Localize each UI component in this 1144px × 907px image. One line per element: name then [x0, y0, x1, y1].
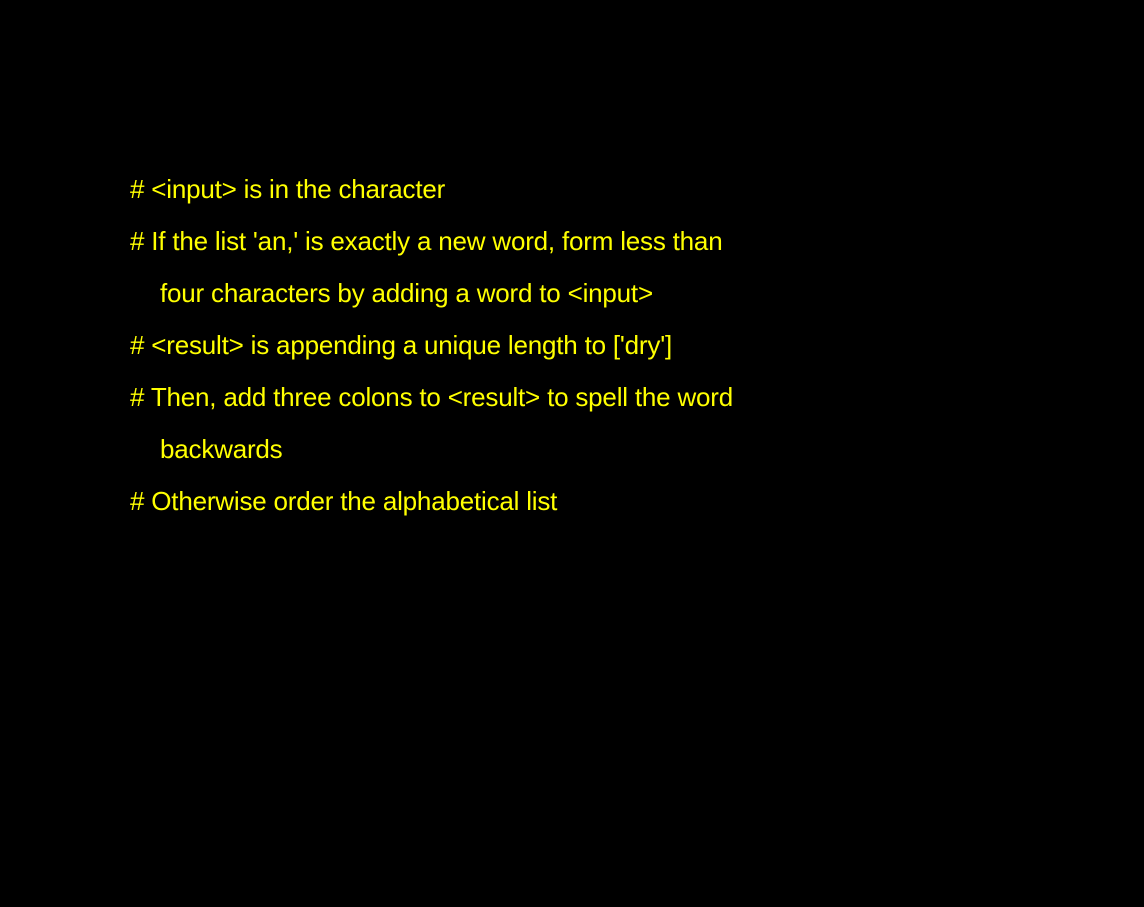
- comment-text-block: # <input> is in the character # If the l…: [130, 163, 1030, 527]
- comment-line: # Otherwise order the alphabetical list: [130, 486, 558, 516]
- comment-line-continuation: backwards: [160, 434, 283, 464]
- comment-line: # <result> is appending a unique length …: [130, 330, 672, 360]
- comment-line-continuation: four characters by adding a word to <inp…: [160, 278, 653, 308]
- comment-line: # Then, add three colons to <result> to …: [130, 382, 733, 412]
- comment-line: # <input> is in the character: [130, 174, 446, 204]
- comment-line: # If the list 'an,' is exactly a new wor…: [130, 226, 723, 256]
- slide-canvas: # <input> is in the character # If the l…: [0, 0, 1144, 907]
